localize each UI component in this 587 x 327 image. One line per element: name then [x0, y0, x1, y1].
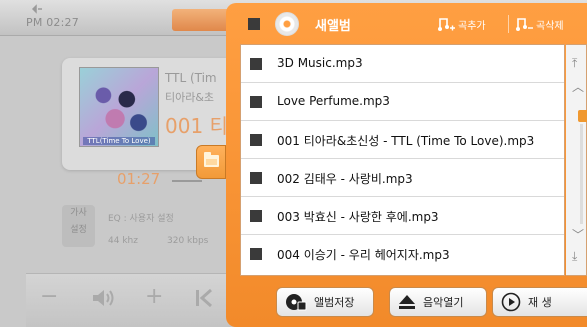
lyrics-settings-button[interactable]: 가사 설정 [62, 205, 95, 247]
item-name: 004 이승기 - 우리 헤어지자.mp3 [277, 248, 450, 262]
item-name: Love Perfume.mp3 [277, 94, 390, 108]
info-box-line-1: 가사 [70, 208, 87, 218]
disc-icon [275, 12, 299, 36]
save-album-icon [285, 293, 307, 311]
item-checkbox[interactable] [250, 58, 262, 70]
item-checkbox[interactable] [250, 134, 262, 146]
elapsed-time: 01:27 [117, 170, 161, 188]
scroll-down-icon[interactable]: ﹀ [572, 226, 584, 243]
save-album-button[interactable]: 앨범저장 [276, 287, 374, 317]
eject-icon [398, 294, 416, 310]
delete-song-label: 곡삭제 [536, 20, 564, 32]
song-list: 3D Music.mp3 Love Perfume.mp3 001 티아라&초신… [240, 44, 565, 276]
remove-music-icon [516, 18, 533, 31]
folder-icon [204, 152, 219, 167]
play-button[interactable]: 재 생 [492, 287, 587, 317]
panel-toggle-handle[interactable] [196, 145, 226, 179]
status-orange-tab [172, 9, 234, 31]
scroll-thumb[interactable] [578, 110, 587, 122]
scroll-up-icon[interactable]: ︿ [572, 78, 584, 95]
status-time: PM 02:27 [26, 16, 79, 29]
scroll-to-bottom-icon[interactable]: ⤓ [572, 249, 577, 264]
save-album-label: 앨범저장 [314, 296, 355, 309]
item-name: 3D Music.mp3 [277, 56, 363, 70]
list-item[interactable]: 001 티아라&초신성 - TTL (Time To Love).mp3 [241, 121, 564, 159]
play-icon [501, 292, 521, 312]
bitrate: 320 kbps [167, 236, 209, 246]
select-all-checkbox[interactable] [248, 18, 260, 30]
open-music-button[interactable]: 음악열기 [389, 287, 487, 317]
album-caption: TTL(Time To Love) [83, 137, 155, 145]
item-name: 002 김태우 - 사랑비.mp3 [277, 172, 413, 186]
item-checkbox[interactable] [250, 248, 262, 260]
antenna-icon [32, 4, 42, 14]
list-item[interactable]: 004 이승기 - 우리 헤어지자.mp3 [241, 235, 564, 273]
add-music-icon [438, 18, 455, 31]
eq-label: EQ : 사용자 설정 [108, 214, 174, 224]
now-playing-track: 001 티 [165, 114, 228, 138]
now-playing-artist: 티아라&초 [165, 91, 215, 104]
delete-song-button[interactable]: 곡삭제 [515, 13, 564, 35]
header-divider [508, 15, 509, 33]
list-item[interactable]: 3D Music.mp3 [241, 45, 564, 83]
volume-up-icon[interactable]: + [145, 286, 163, 308]
volume-down-icon[interactable]: − [40, 286, 58, 308]
open-music-label: 음악열기 [423, 296, 464, 309]
add-song-button[interactable]: 곡추가 [437, 13, 486, 35]
speaker-icon[interactable] [90, 287, 116, 309]
scroll-to-top-icon[interactable]: ⤒ [572, 56, 577, 71]
item-name: 001 티아라&초신성 - TTL (Time To Love).mp3 [277, 134, 535, 148]
list-item[interactable]: 002 김태우 - 사랑비.mp3 [241, 159, 564, 197]
item-checkbox[interactable] [250, 210, 262, 222]
screen: PM 02:27 TTL(Time To Love) TTL (Tim 티아라&… [0, 0, 587, 327]
previous-track-icon[interactable] [193, 287, 215, 309]
play-label: 재 생 [528, 296, 552, 309]
list-item[interactable]: Love Perfume.mp3 [241, 83, 564, 121]
now-playing-title: TTL (Tim [165, 71, 217, 85]
album-art[interactable] [79, 67, 159, 147]
sample-rate: 44 khz [108, 236, 138, 246]
item-checkbox[interactable] [250, 96, 262, 108]
info-box-line-2: 설정 [70, 225, 87, 235]
item-name: 003 박효신 - 사랑한 후에.mp3 [277, 210, 439, 224]
item-checkbox[interactable] [250, 172, 262, 184]
playlist-title: 새앨범 [315, 19, 351, 34]
scroll-track[interactable] [580, 124, 583, 224]
list-item[interactable]: 003 박효신 - 사랑한 후에.mp3 [241, 197, 564, 235]
add-song-label: 곡추가 [458, 20, 486, 32]
progress-bar[interactable] [172, 180, 202, 182]
